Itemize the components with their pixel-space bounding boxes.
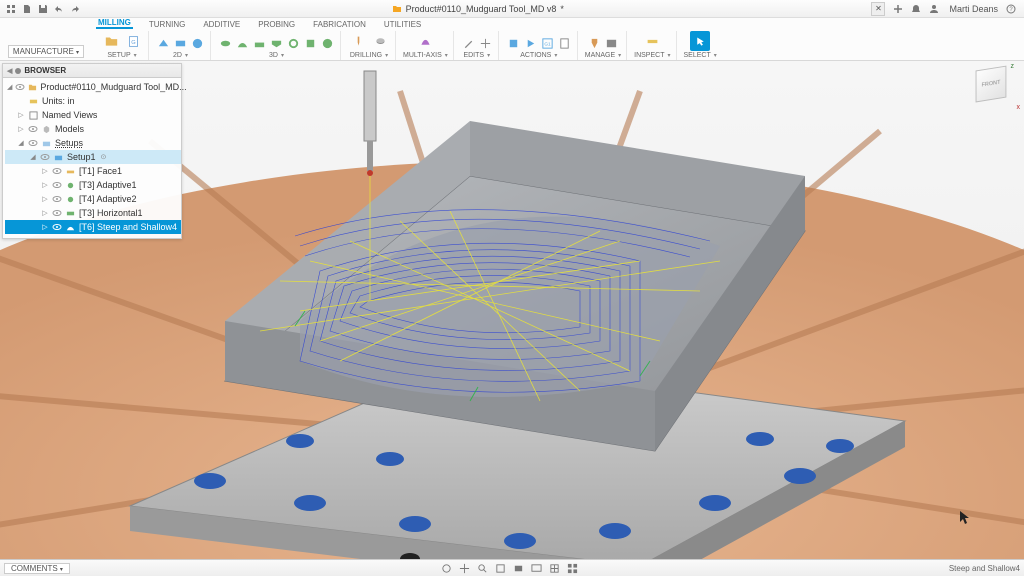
- edit-op1-icon[interactable]: [461, 36, 476, 51]
- group-actions: G1 ACTIONS: [501, 31, 578, 60]
- tree-root[interactable]: ◢Product#0110_Mudguard Tool_MD...: [5, 80, 181, 94]
- 2d-op2-icon[interactable]: [173, 36, 188, 51]
- tree-units[interactable]: Units: in: [5, 94, 181, 108]
- tree-setups[interactable]: ◢Setups: [5, 136, 181, 150]
- mouse-cursor-icon: [960, 511, 970, 525]
- cutting-tool: [364, 71, 376, 176]
- tab-utilities[interactable]: UTILITIES: [382, 20, 423, 29]
- measure-icon[interactable]: [642, 31, 662, 51]
- group-setup: G SETUP: [96, 31, 149, 60]
- ribbon-tabs: MILLING TURNING ADDITIVE PROBING FABRICA…: [92, 18, 1024, 29]
- 3d-op5-icon[interactable]: [286, 36, 301, 51]
- simulate-icon[interactable]: [523, 36, 538, 51]
- axis-x-label: x: [1017, 104, 1021, 111]
- edit-op2-icon[interactable]: [478, 36, 493, 51]
- tab-milling[interactable]: MILLING: [96, 18, 133, 29]
- file-icon[interactable]: [20, 2, 34, 16]
- 2d-op3-icon[interactable]: [190, 36, 205, 51]
- task-manager-icon[interactable]: [604, 36, 619, 51]
- fit-icon[interactable]: [494, 562, 507, 575]
- group-2d: 2D: [151, 31, 211, 60]
- setup-sheet-icon[interactable]: [557, 36, 572, 51]
- axis-z-label: z: [1011, 63, 1015, 70]
- tab-probing[interactable]: PROBING: [256, 20, 297, 29]
- view-cube[interactable]: FRONT z x: [974, 67, 1016, 109]
- postprocess-icon[interactable]: G1: [540, 36, 555, 51]
- tree-op-adaptive2[interactable]: ▷[T4] Adaptive2: [5, 192, 181, 206]
- pan-icon[interactable]: [458, 562, 471, 575]
- 3d-op4-icon[interactable]: [269, 36, 284, 51]
- browser-panel: ◀BROWSER ◢Product#0110_Mudguard Tool_MD.…: [2, 63, 182, 239]
- browser-tree: ◢Product#0110_Mudguard Tool_MD... Units:…: [3, 78, 181, 238]
- app-menu-icon[interactable]: [4, 2, 18, 16]
- group-inspect: INSPECT: [629, 31, 676, 60]
- tree-setup1[interactable]: ◢Setup1⊙: [5, 150, 181, 164]
- comments-button[interactable]: COMMENTS ▾: [4, 563, 70, 574]
- generate-icon[interactable]: [506, 36, 521, 51]
- help-icon[interactable]: ?: [1004, 2, 1018, 16]
- nav-bar: [440, 562, 579, 575]
- browser-header[interactable]: ◀BROWSER: [3, 64, 181, 78]
- svg-text:G: G: [131, 39, 135, 45]
- 2d-op1-icon[interactable]: [156, 36, 171, 51]
- workspace-switcher[interactable]: MANUFACTURE ▾: [0, 18, 92, 60]
- look-at-icon[interactable]: [512, 562, 525, 575]
- notifications-icon[interactable]: [909, 2, 923, 16]
- group-select: SELECT: [679, 31, 722, 60]
- tab-fabrication[interactable]: FABRICATION: [311, 20, 368, 29]
- select-icon[interactable]: [690, 31, 710, 51]
- group-3d: 3D: [213, 31, 341, 60]
- drill-icon[interactable]: [348, 31, 368, 51]
- group-edits: EDITS: [456, 31, 499, 60]
- save-icon[interactable]: [36, 2, 50, 16]
- 3d-op7-icon[interactable]: [320, 36, 335, 51]
- group-drilling: DRILLING: [343, 31, 396, 60]
- tab-additive[interactable]: ADDITIVE: [201, 20, 242, 29]
- grid-icon[interactable]: [548, 562, 561, 575]
- 3d-op1-icon[interactable]: [218, 36, 233, 51]
- tab-turning[interactable]: TURNING: [147, 20, 187, 29]
- extensions-icon[interactable]: [891, 2, 905, 16]
- document-title: Product#0110_Mudguard Tool_MD v8: [84, 4, 871, 14]
- 3d-op2-icon[interactable]: [235, 36, 250, 51]
- orbit-icon[interactable]: [440, 562, 453, 575]
- tree-op-face1[interactable]: ▷[T1] Face1: [5, 164, 181, 178]
- title-bar: Product#0110_Mudguard Tool_MD v8 ✕ Marti…: [0, 0, 1024, 18]
- tree-op-horizontal1[interactable]: ▷[T3] Horizontal1: [5, 206, 181, 220]
- viewports-icon[interactable]: [566, 562, 579, 575]
- 3d-op6-icon[interactable]: [303, 36, 318, 51]
- tree-named-views[interactable]: ▷Named Views: [5, 108, 181, 122]
- nc-program-icon[interactable]: G: [123, 31, 143, 51]
- user-avatar-icon[interactable]: [927, 2, 941, 16]
- multiaxis-icon[interactable]: [415, 31, 435, 51]
- group-manage: MANAGE: [580, 31, 627, 60]
- tool-library-icon[interactable]: [587, 36, 602, 51]
- display-icon[interactable]: [530, 562, 543, 575]
- status-text: Steep and Shallow4: [949, 564, 1020, 573]
- close-document-button[interactable]: ✕: [871, 2, 885, 16]
- tree-op-adaptive1[interactable]: ▷[T3] Adaptive1: [5, 178, 181, 192]
- svg-text:G1: G1: [544, 41, 551, 46]
- group-multiaxis: MULTI-AXIS: [398, 31, 454, 60]
- bottom-bar: COMMENTS ▾ Steep and Shallow4: [0, 559, 1024, 576]
- tree-op-steep-shallow4[interactable]: ▷[T6] Steep and Shallow4: [5, 220, 181, 234]
- user-name: Marti Deans: [949, 4, 998, 14]
- tree-models[interactable]: ▷Models: [5, 122, 181, 136]
- ribbon: MANUFACTURE ▾ MILLING TURNING ADDITIVE P…: [0, 18, 1024, 61]
- redo-icon[interactable]: [68, 2, 82, 16]
- ribbon-tools: G SETUP 2D: [92, 29, 1024, 60]
- undo-icon[interactable]: [52, 2, 66, 16]
- 3d-op3-icon[interactable]: [252, 36, 267, 51]
- zoom-icon[interactable]: [476, 562, 489, 575]
- folder-icon[interactable]: [101, 31, 121, 51]
- hole-icon[interactable]: [370, 31, 390, 51]
